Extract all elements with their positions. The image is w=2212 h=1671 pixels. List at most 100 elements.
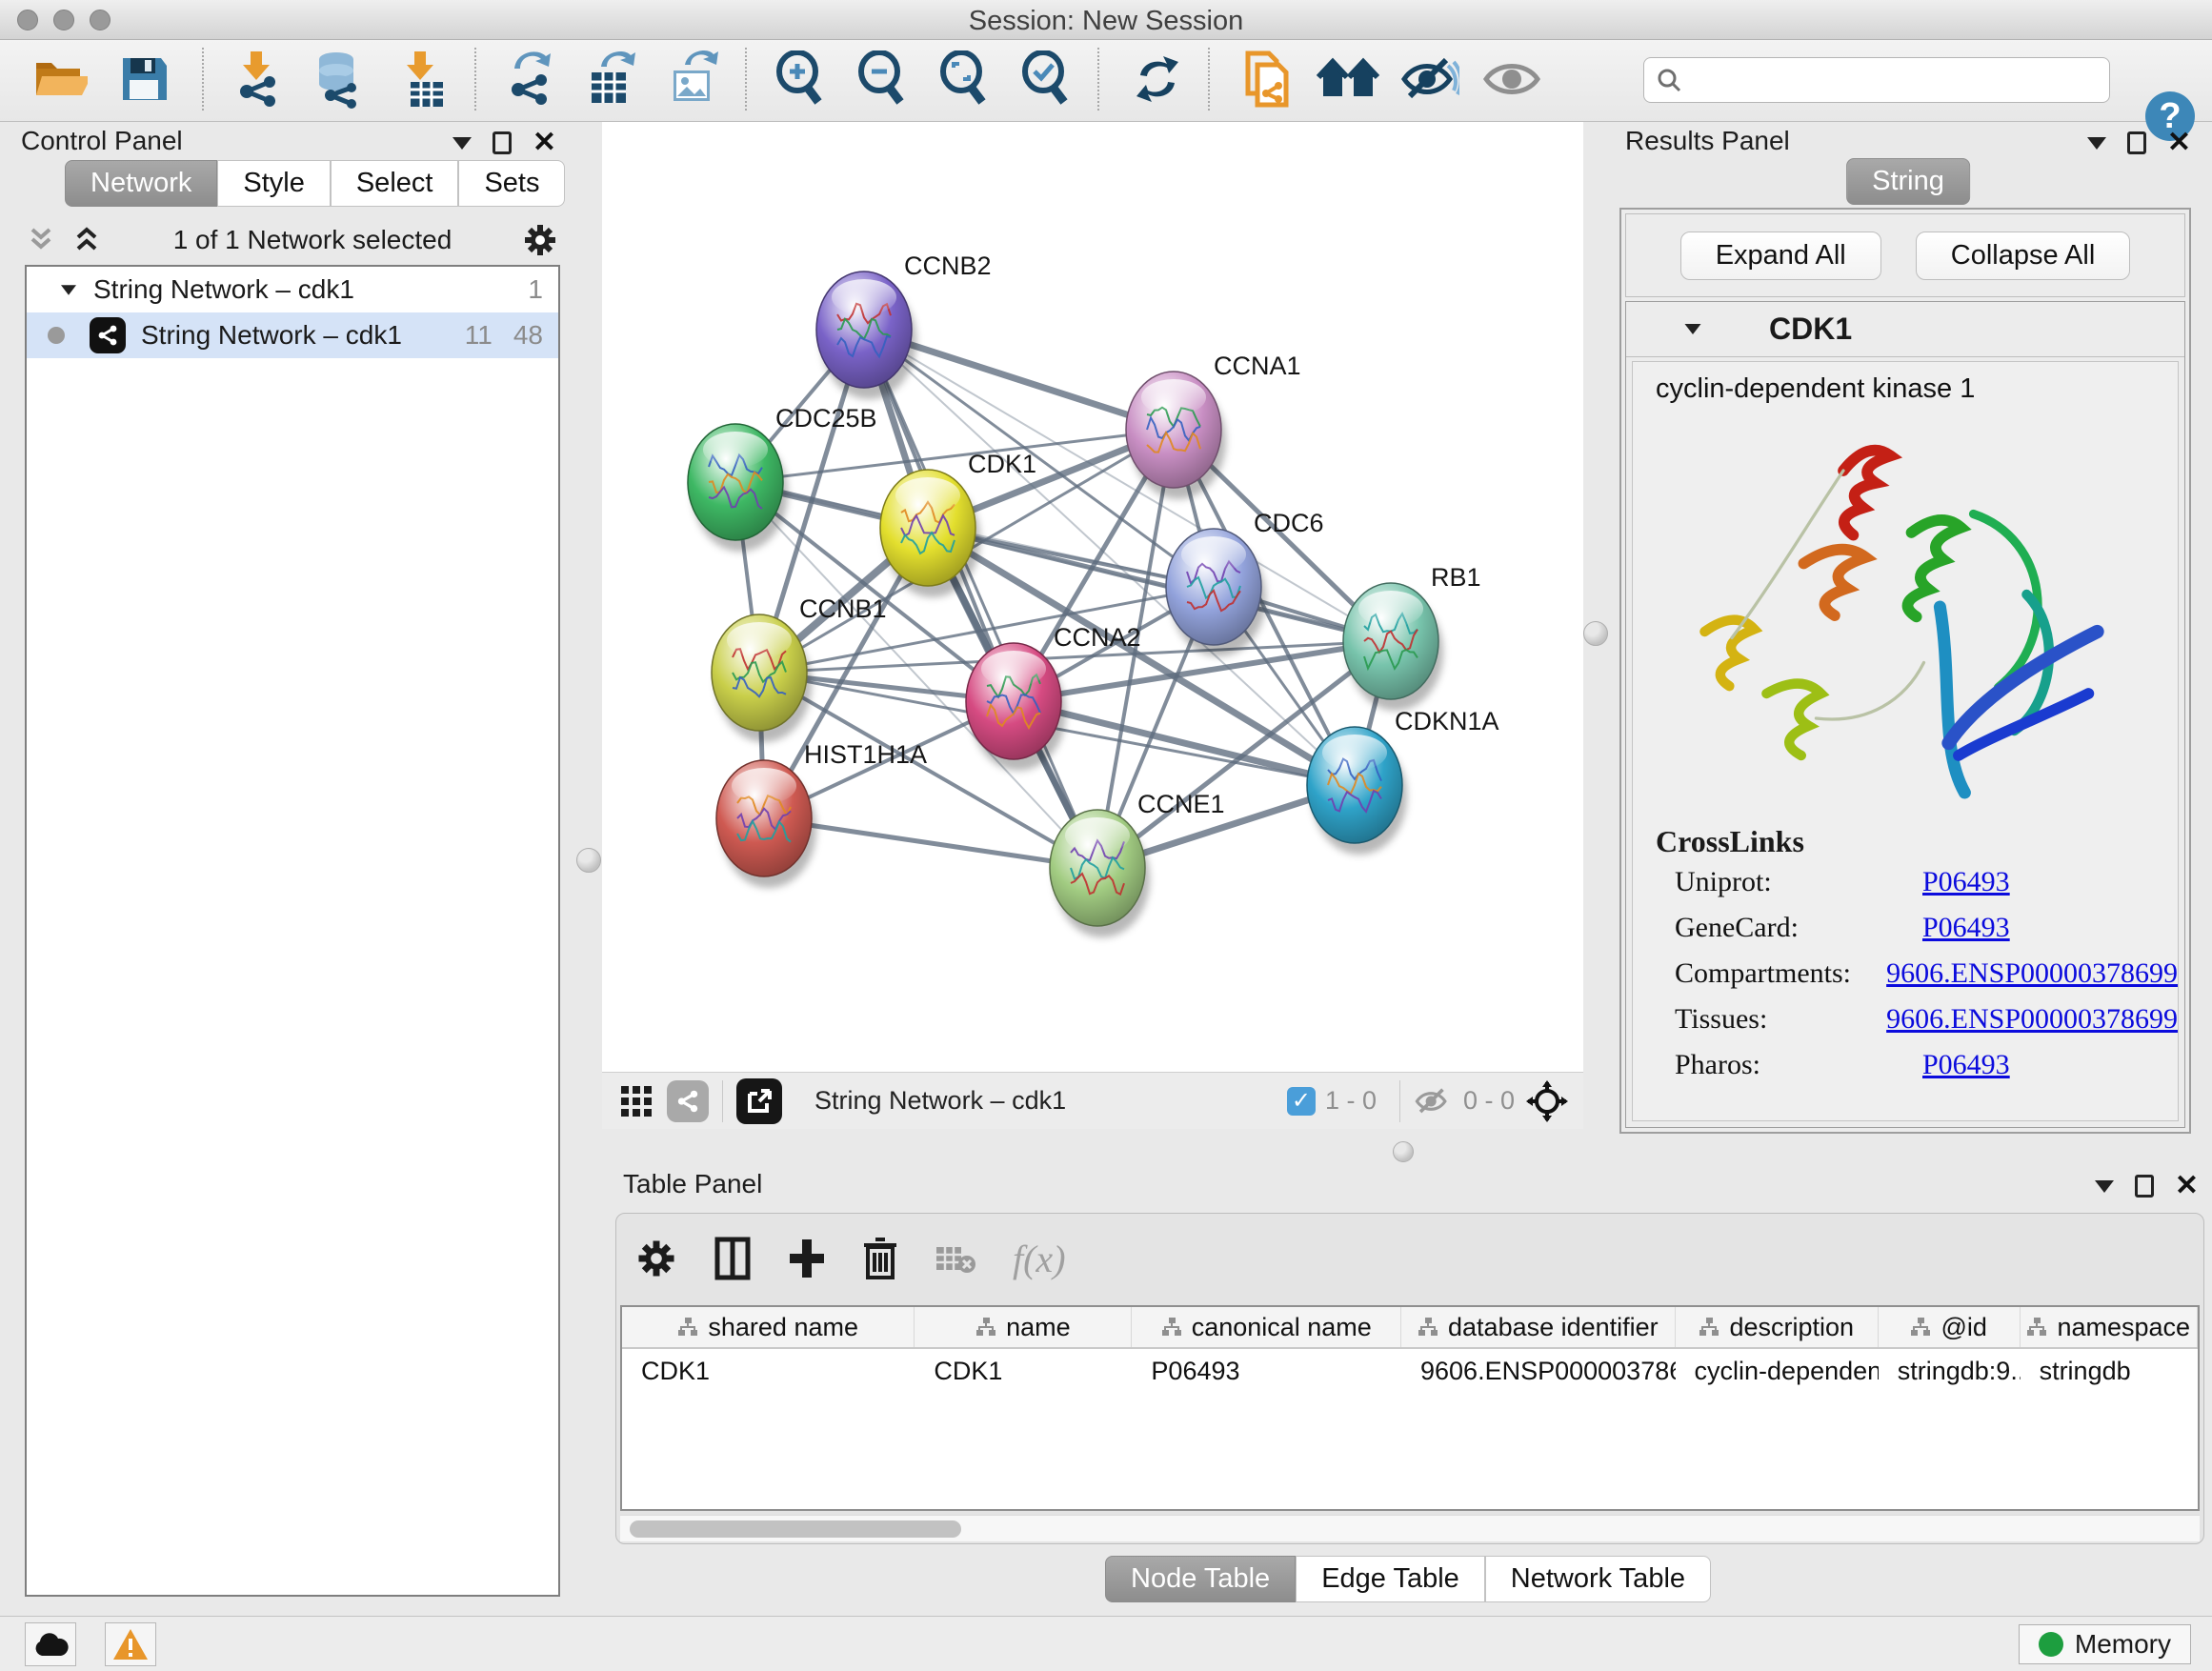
float-panel-icon[interactable] bbox=[2127, 131, 2146, 154]
tree-expand-icon[interactable] bbox=[61, 285, 76, 294]
open-in-window-button[interactable] bbox=[736, 1078, 782, 1124]
export-network-button[interactable] bbox=[497, 46, 560, 112]
refresh-icon bbox=[1131, 52, 1184, 106]
column-header-database-identifier[interactable]: database identifier bbox=[1401, 1307, 1676, 1347]
export-image-button[interactable] bbox=[661, 46, 724, 112]
save-session-button[interactable] bbox=[112, 46, 175, 112]
first-neighbors-button[interactable] bbox=[1317, 46, 1379, 112]
tab-node-table[interactable]: Node Table bbox=[1105, 1556, 1296, 1602]
close-panel-icon[interactable]: ✕ bbox=[533, 131, 556, 154]
birdseye-toggle-button[interactable] bbox=[1526, 1080, 1568, 1122]
column-header--id[interactable]: @id bbox=[1879, 1307, 2021, 1347]
node-label: CDC25B bbox=[775, 404, 877, 433]
network-graph[interactable]: CCNB2CCNA1CDC25BCDK1CDC6RB1CCNB1CCNA2CDK… bbox=[602, 122, 1583, 1072]
search-input[interactable] bbox=[1682, 66, 2082, 95]
table-cell[interactable]: 9606.ENSP00000378699 bbox=[1401, 1349, 1676, 1393]
show-columns-icon[interactable] bbox=[714, 1236, 752, 1281]
collapse-all-icon[interactable] bbox=[25, 226, 57, 254]
table-cell[interactable]: P06493 bbox=[1132, 1349, 1401, 1393]
import-network-database-button[interactable] bbox=[307, 46, 370, 112]
crosslink-link[interactable]: 9606.ENSP00000378699 bbox=[1886, 957, 2178, 990]
zoom-in-button[interactable] bbox=[768, 46, 831, 112]
selected-checkbox-icon[interactable]: ✓ bbox=[1287, 1087, 1316, 1116]
zoom-out-button[interactable] bbox=[850, 46, 913, 112]
network-node-CDC6[interactable]: CDC6 bbox=[1166, 509, 1324, 656]
crosslink-link[interactable]: P06493 bbox=[1922, 866, 2010, 898]
network-collection-row[interactable]: String Network – cdk1 1 bbox=[27, 267, 558, 312]
table-cell[interactable]: CDK1 bbox=[915, 1349, 1132, 1393]
column-header-canonical-name[interactable]: canonical name bbox=[1132, 1307, 1401, 1347]
network-options-gear-icon[interactable] bbox=[522, 222, 558, 258]
zoom-fit-button[interactable] bbox=[932, 46, 995, 112]
scrollbar-thumb[interactable] bbox=[630, 1520, 961, 1538]
network-share-button[interactable] bbox=[667, 1080, 709, 1122]
crosslink-link[interactable]: 9606.ENSP00000378699 bbox=[1886, 1003, 2178, 1036]
hide-selected-button[interactable] bbox=[1398, 46, 1461, 112]
collapse-panel-icon[interactable] bbox=[2095, 1180, 2114, 1193]
tab-network[interactable]: Network bbox=[65, 160, 217, 207]
horizontal-splitter-handle[interactable] bbox=[1393, 1141, 1414, 1162]
close-panel-icon[interactable]: ✕ bbox=[2175, 1175, 2199, 1198]
network-node-CCNA1[interactable]: CCNA1 bbox=[1126, 352, 1301, 499]
collapse-panel-icon[interactable] bbox=[452, 137, 472, 150]
column-header-name[interactable]: name bbox=[915, 1307, 1132, 1347]
cloud-status-button[interactable] bbox=[25, 1622, 76, 1666]
tab-sets[interactable]: Sets bbox=[458, 160, 565, 207]
column-type-icon bbox=[1161, 1317, 1182, 1338]
right-splitter-handle[interactable] bbox=[1583, 621, 1608, 646]
table-cell[interactable]: CDK1 bbox=[622, 1349, 915, 1393]
network-node-CCNB2[interactable]: CCNB2 bbox=[816, 252, 992, 399]
table-options-gear-icon[interactable] bbox=[635, 1238, 677, 1279]
add-column-icon[interactable] bbox=[788, 1238, 826, 1279]
crosslink-link[interactable]: P06493 bbox=[1922, 912, 2010, 944]
column-header-shared-name[interactable]: shared name bbox=[622, 1307, 915, 1347]
clone-network-button[interactable] bbox=[1235, 46, 1297, 112]
table-row[interactable]: CDK1CDK1P064939606.ENSP00000378699cyclin… bbox=[622, 1349, 2198, 1393]
title-bar: Session: New Session bbox=[0, 0, 2212, 40]
network-edge[interactable] bbox=[864, 330, 1097, 868]
entry-collapse-icon[interactable] bbox=[1685, 324, 1701, 334]
collapse-all-button[interactable]: Collapse All bbox=[1916, 232, 2131, 280]
network-node-CDKN1A[interactable]: CDKN1A bbox=[1307, 707, 1499, 855]
float-panel-icon[interactable] bbox=[493, 131, 512, 154]
grid-view-button[interactable] bbox=[619, 1084, 654, 1118]
network-edge[interactable] bbox=[928, 528, 1391, 641]
open-session-button[interactable] bbox=[29, 46, 91, 112]
show-all-button[interactable] bbox=[1480, 46, 1543, 112]
refresh-view-button[interactable] bbox=[1126, 46, 1189, 112]
network-canvas[interactable]: CCNB2CCNA1CDC25BCDK1CDC6RB1CCNB1CCNA2CDK… bbox=[602, 122, 1583, 1072]
network-node-HIST1H1A[interactable]: HIST1H1A bbox=[716, 740, 927, 888]
column-header-description[interactable]: description bbox=[1676, 1307, 1879, 1347]
column-header-namespace[interactable]: namespace bbox=[2021, 1307, 2198, 1347]
import-table-file-button[interactable] bbox=[391, 46, 453, 112]
tab-string[interactable]: String bbox=[1846, 158, 1970, 205]
network-node-CDC25B[interactable]: CDC25B bbox=[688, 404, 877, 552]
collapse-panel-icon[interactable] bbox=[2087, 137, 2106, 150]
crosslink-link[interactable]: P06493 bbox=[1922, 1049, 2010, 1081]
close-panel-icon[interactable]: ✕ bbox=[2167, 131, 2191, 154]
node-table: shared name namecanonical namedatabase id… bbox=[620, 1305, 2200, 1511]
warnings-button[interactable] bbox=[105, 1622, 156, 1666]
delete-column-icon[interactable] bbox=[862, 1236, 898, 1281]
network-node-CCNE1[interactable]: CCNE1 bbox=[1050, 790, 1225, 937]
export-table-button[interactable] bbox=[579, 46, 642, 112]
tab-select[interactable]: Select bbox=[331, 160, 459, 207]
expand-all-button[interactable]: Expand All bbox=[1680, 232, 1881, 280]
zoom-selected-button[interactable] bbox=[1014, 46, 1076, 112]
tab-style[interactable]: Style bbox=[217, 160, 330, 207]
network-node-RB1[interactable]: RB1 bbox=[1343, 563, 1481, 711]
column-header-label: shared name bbox=[708, 1313, 858, 1342]
left-splitter-handle[interactable] bbox=[576, 848, 601, 873]
table-horizontal-scrollbar[interactable] bbox=[620, 1515, 2200, 1541]
import-network-file-button[interactable] bbox=[225, 46, 288, 112]
network-row[interactable]: String Network – cdk1 11 48 bbox=[27, 312, 558, 358]
tab-network-table[interactable]: Network Table bbox=[1485, 1556, 1711, 1602]
table-cell[interactable]: stringdb:9... bbox=[1879, 1349, 2021, 1393]
table-cell[interactable]: cyclin-dependent ... bbox=[1676, 1349, 1879, 1393]
table-cell[interactable]: stringdb bbox=[2021, 1349, 2198, 1393]
tab-edge-table[interactable]: Edge Table bbox=[1296, 1556, 1485, 1602]
memory-button[interactable]: Memory bbox=[2019, 1624, 2191, 1664]
float-panel-icon[interactable] bbox=[2135, 1175, 2154, 1198]
expand-all-icon[interactable] bbox=[70, 226, 103, 254]
search-field[interactable] bbox=[1643, 57, 2110, 103]
